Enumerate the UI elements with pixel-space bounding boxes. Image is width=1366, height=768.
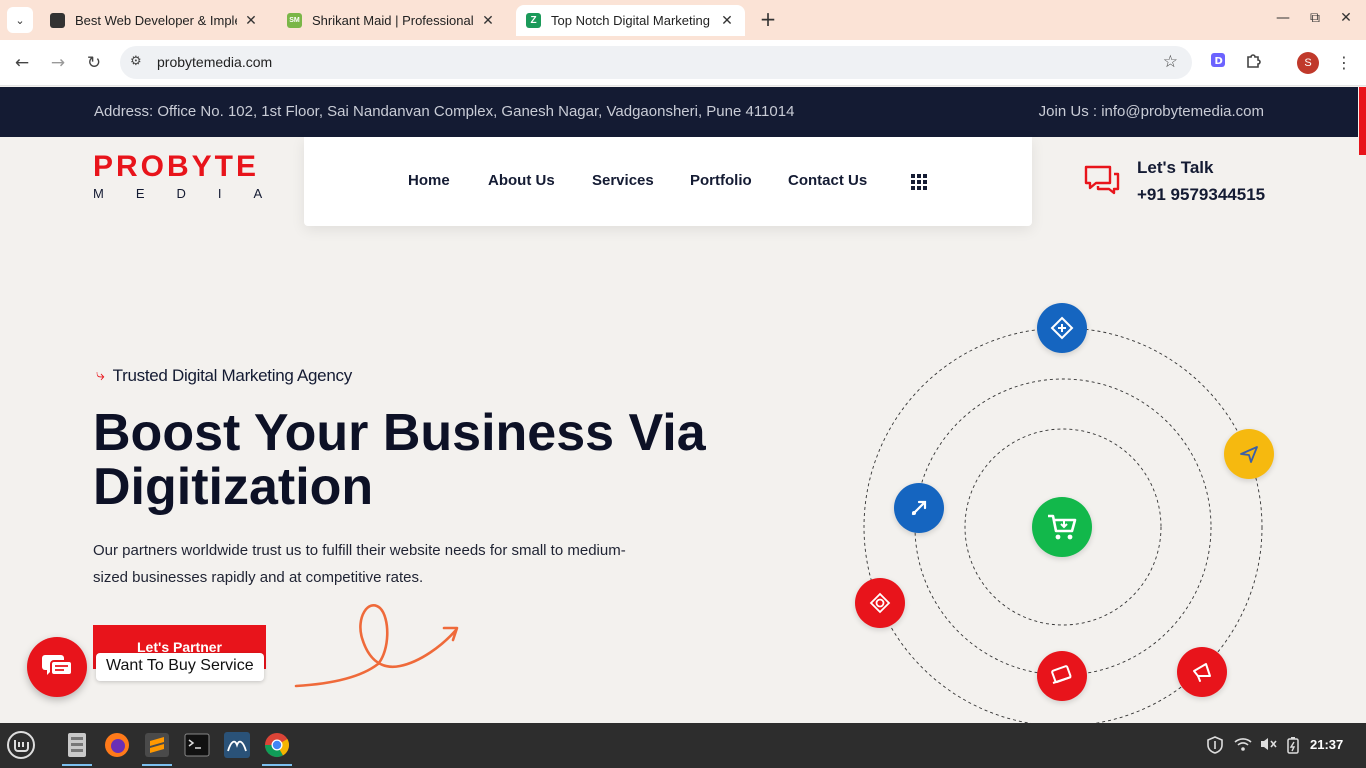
sublime-text-icon[interactable] [140, 728, 174, 766]
firefox-icon[interactable] [100, 728, 134, 762]
shield-icon[interactable] [1207, 736, 1223, 758]
chrome-icon[interactable] [260, 728, 294, 766]
join-email-link[interactable]: Join Us : info@probytemedia.com [1039, 103, 1264, 120]
chat-bubbles-icon [1084, 165, 1120, 195]
dark-favicon-icon [50, 13, 65, 28]
target-diamond-icon[interactable] [855, 578, 905, 628]
profile-avatar[interactable]: S [1297, 52, 1319, 74]
minimize-icon[interactable]: — [1273, 10, 1293, 26]
laptop-code-icon[interactable] [1037, 651, 1087, 701]
browser-toolbar: ← → ↻ ⚙ probytemedia.com ☆ D S ⋮ [0, 40, 1366, 86]
back-arrow-icon[interactable]: ← [11, 52, 33, 74]
tab-title: Best Web Developer & Imple [75, 13, 237, 28]
nav-about-us[interactable]: About Us [488, 172, 555, 189]
site-info-bar: Address: Office No. 102, 1st Floor, Sai … [0, 87, 1358, 137]
hero-title: Boost Your Business Via Digitization [93, 406, 793, 514]
system-clock[interactable]: 21:37 [1310, 737, 1343, 752]
svg-text:D: D [1215, 56, 1223, 67]
nav-contact-us[interactable]: Contact Us [788, 172, 867, 189]
extension-d-icon[interactable]: D [1207, 52, 1229, 74]
address-bar[interactable]: ⚙ probytemedia.com ☆ [120, 46, 1192, 79]
new-tab-plus-icon[interactable]: + [756, 8, 780, 32]
volume-muted-icon[interactable] [1259, 736, 1277, 756]
chat-icon [42, 655, 73, 676]
tab-top-notch-digital[interactable]: Z Top Notch Digital Marketing ✕ [516, 5, 745, 36]
bookmark-star-icon[interactable]: ☆ [1163, 52, 1178, 72]
reload-icon[interactable]: ↻ [83, 52, 105, 74]
hero-description: Our partners worldwide trust us to fulfi… [93, 542, 626, 586]
url-text[interactable]: probytemedia.com [157, 54, 272, 70]
nav-home[interactable]: Home [408, 172, 450, 189]
lets-talk-label: Let's Talk [1137, 158, 1214, 177]
extensions-puzzle-icon[interactable] [1243, 52, 1265, 74]
tab-search-chevron-icon[interactable]: ⌄ [7, 7, 33, 33]
services-orbit-graphic [840, 290, 1290, 723]
mint-menu-icon[interactable] [4, 728, 38, 762]
rocket-link-icon[interactable] [894, 483, 944, 533]
shopping-cart-icon[interactable] [1032, 497, 1092, 557]
os-taskbar: 21:37 [0, 723, 1366, 768]
hero-title-line1: Boost Your Business Via [93, 404, 706, 462]
chat-widget-button[interactable] [27, 637, 87, 697]
logo-line1: PROBYTE [93, 150, 260, 183]
hero-title-line2: Digitization [93, 458, 374, 516]
lightning-bolt-icon: ⤷ [96, 367, 105, 384]
seo-analytics-icon[interactable] [1037, 303, 1087, 353]
battery-charging-icon[interactable] [1286, 736, 1300, 758]
forward-arrow-icon[interactable]: → [47, 52, 69, 74]
tagline-text: Trusted Digital Marketing Agency [112, 366, 353, 385]
chat-widget-label[interactable]: Want To Buy Service [96, 653, 264, 681]
close-icon[interactable]: ✕ [719, 12, 735, 29]
wifi-icon[interactable] [1234, 736, 1252, 756]
restore-icon[interactable]: ⧉ [1305, 10, 1325, 26]
terminal-icon[interactable] [180, 728, 214, 762]
phone-number[interactable]: +91 9579344515 [1137, 185, 1265, 205]
z-favicon-icon: Z [526, 13, 541, 28]
paper-plane-icon[interactable] [1224, 429, 1274, 479]
browser-tab-bar: ⌄ Best Web Developer & Imple ✕ SM Shrika… [0, 0, 1366, 40]
close-icon[interactable]: ✕ [243, 12, 259, 29]
close-icon[interactable]: ✕ [480, 12, 496, 29]
menu-kebab-icon[interactable]: ⋮ [1333, 52, 1355, 74]
nav-services[interactable]: Services [592, 172, 654, 189]
sm-favicon-icon: SM [287, 13, 302, 28]
hero-tagline: ⤷ Trusted Digital Marketing Agency [96, 366, 352, 386]
tab-title: Shrikant Maid | Professional [312, 13, 474, 28]
tab-title: Top Notch Digital Marketing [551, 13, 710, 28]
main-nav: Home About Us Services Portfolio Contact… [304, 137, 1032, 226]
grid-menu-icon[interactable] [911, 174, 927, 190]
probyte-logo[interactable]: PROBYTE MEDIA [93, 150, 295, 202]
megaphone-icon[interactable] [1177, 647, 1227, 697]
tab-best-web-developer[interactable]: Best Web Developer & Imple ✕ [40, 5, 269, 36]
arrow-doodle-icon [294, 604, 459, 688]
tab-shrikant-maid[interactable]: SM Shrikant Maid | Professional ✕ [277, 5, 506, 36]
nav-portfolio[interactable]: Portfolio [690, 172, 752, 189]
mysql-workbench-icon[interactable] [220, 728, 254, 762]
window-close-icon[interactable]: ✕ [1336, 10, 1356, 26]
address-text: Address: Office No. 102, 1st Floor, Sai … [94, 103, 795, 120]
site-info-icon[interactable]: ⚙ [130, 54, 142, 69]
scrollbar-thumb[interactable] [1359, 87, 1366, 155]
scrollbar-track[interactable] [1358, 87, 1366, 723]
file-manager-icon[interactable] [60, 728, 94, 766]
logo-line2: MEDIA [93, 186, 295, 201]
